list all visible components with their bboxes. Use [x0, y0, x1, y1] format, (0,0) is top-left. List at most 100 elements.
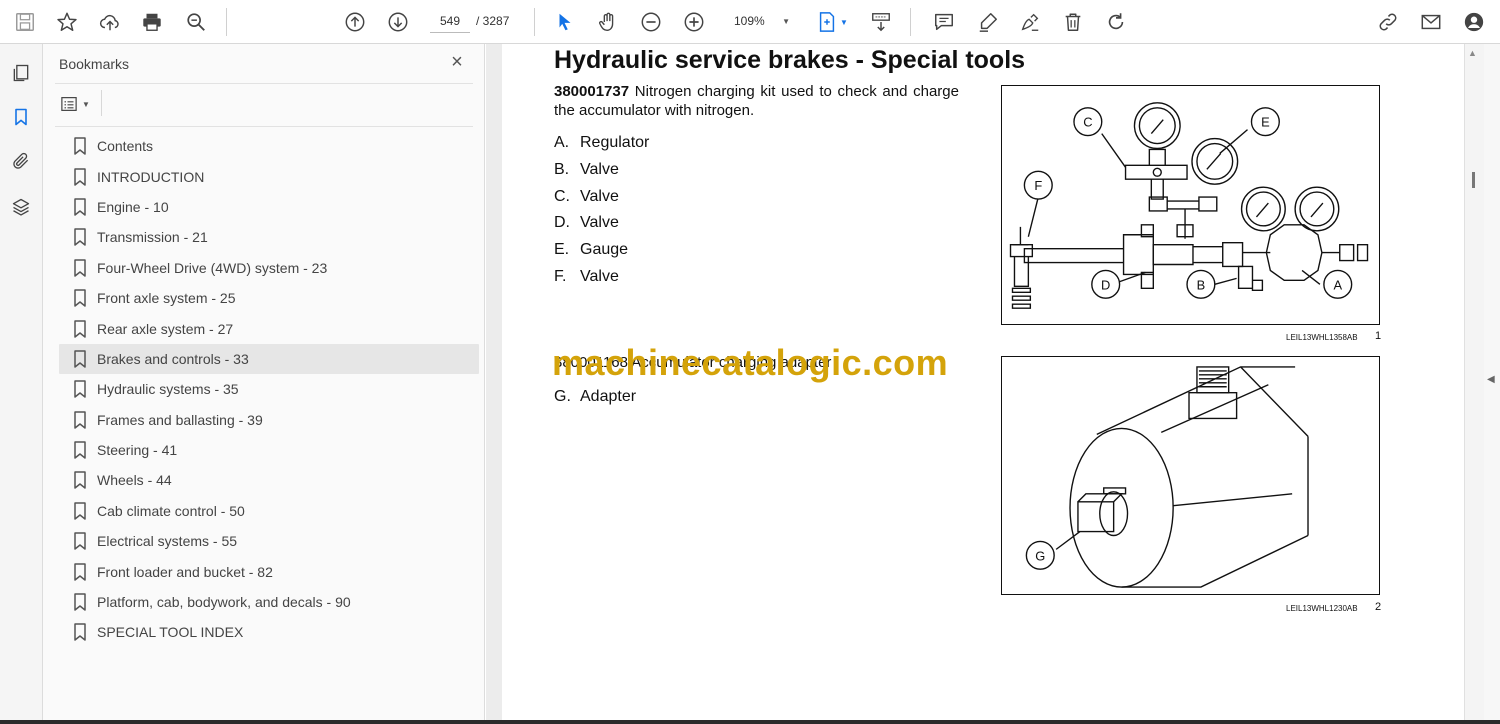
print-icon[interactable] [137, 7, 167, 37]
bookmark-icon [74, 441, 86, 459]
callout-c: C [1083, 115, 1092, 130]
figure-nitrogen-kit: C E F D B A [1001, 85, 1380, 325]
page-total: / 3287 [476, 14, 510, 28]
rotate-icon[interactable] [1101, 7, 1131, 37]
bottom-edge [0, 720, 1500, 724]
top-toolbar: / 3287 109% ▼ ▼ [0, 0, 1500, 44]
bookmark-item[interactable]: Transmission - 21 [59, 222, 479, 252]
bookmark-item[interactable]: Engine - 10 [59, 192, 479, 222]
scroll-up-icon[interactable]: ▲ [1468, 48, 1477, 58]
bookmarks-panel: Bookmarks × ▼ Contents INTRODUCTION Engi… [43, 44, 485, 720]
bookmark-item[interactable]: Wheels - 44 [59, 465, 479, 495]
bookmark-item[interactable]: SPECIAL TOOL INDEX [59, 617, 479, 647]
zoom-out-icon[interactable] [636, 7, 666, 37]
bookmark-label: Engine - 10 [97, 198, 169, 215]
part-name: Gauge [580, 241, 629, 259]
bookmark-label: Rear axle system - 27 [97, 320, 234, 337]
bookmark-icon [74, 350, 86, 368]
callout-b: B [1197, 277, 1206, 292]
bookmark-item[interactable]: Platform, cab, bodywork, and decals - 90 [59, 587, 479, 617]
bookmark-icon [74, 593, 86, 611]
sign-icon[interactable] [1015, 7, 1045, 37]
bookmark-options-button[interactable]: ▼ [59, 94, 93, 114]
bookmark-icon [74, 319, 86, 338]
highlight-icon[interactable] [973, 7, 1003, 37]
bookmark-label: Platform, cab, bodywork, and decals - 90 [97, 594, 351, 611]
bookmark-item[interactable]: Cab climate control - 50 [59, 496, 479, 526]
link-icon[interactable] [1373, 7, 1403, 37]
save-icon[interactable] [10, 7, 40, 37]
bookmark-icon [74, 228, 86, 247]
figure-number: 1 [1375, 330, 1382, 342]
bookmark-item-selected[interactable]: Brakes and controls - 33 [59, 343, 479, 375]
bookmark-label: SPECIAL TOOL INDEX [97, 624, 244, 641]
options-list-icon [61, 97, 77, 111]
toolbar-separator [910, 8, 911, 36]
scrollbar-thumb[interactable] [1472, 172, 1475, 188]
bookmark-icon [74, 562, 86, 581]
bookmark-label: Transmission - 21 [97, 229, 208, 246]
divider [101, 90, 102, 116]
nitrogen-kit-illustration: C E F D B A [1009, 102, 1369, 309]
zoom-value: 109% [734, 14, 765, 28]
account-icon[interactable] [1459, 7, 1489, 37]
cloud-upload-icon[interactable] [95, 7, 125, 37]
bookmark-label: INTRODUCTION [97, 168, 205, 185]
part-letter: F. [554, 267, 567, 285]
bookmark-icon [74, 623, 86, 642]
bookmark-item[interactable]: Hydraulic systems - 35 [59, 374, 479, 404]
delete-icon[interactable] [1058, 7, 1088, 37]
bookmark-list: Contents INTRODUCTION Engine - 10 Transm… [59, 131, 479, 648]
bookmark-item[interactable]: Steering - 41 [59, 435, 479, 465]
bookmark-item[interactable]: Four-Wheel Drive (4WD) system - 23 [59, 253, 479, 283]
part-letter: C. [554, 187, 570, 205]
bookmark-item[interactable]: INTRODUCTION [59, 161, 479, 191]
zoom-in-icon[interactable] [679, 7, 709, 37]
bookmark-item[interactable]: Contents [59, 131, 479, 161]
select-cursor-icon[interactable] [550, 7, 580, 37]
part-name: Valve [580, 160, 619, 178]
expand-right-panel-icon[interactable]: ◀ [1487, 374, 1495, 385]
bookmark-item[interactable]: Front loader and bucket - 82 [59, 556, 479, 586]
part-item: D. Valve [554, 214, 649, 241]
hand-tool-icon[interactable] [593, 7, 623, 37]
chevron-down-icon[interactable]: ▼ [840, 18, 848, 27]
callout-e: E [1261, 115, 1270, 130]
bookmark-icon [74, 137, 86, 155]
part-item: F. Valve [554, 268, 649, 295]
page-up-icon[interactable] [340, 7, 370, 37]
part-letter: G. [554, 388, 571, 405]
attachment-icon[interactable] [8, 148, 34, 174]
bookmark-label: Front loader and bucket - 82 [97, 563, 273, 580]
part-item: G. Adapter [554, 388, 636, 406]
pages-icon[interactable] [8, 60, 34, 86]
vertical-scrollbar[interactable] [1464, 44, 1484, 720]
pdf-page: Hydraulic service brakes - Special tools… [502, 44, 1464, 720]
bookmark-label: Electrical systems - 55 [97, 533, 238, 550]
part-item: A. Regulator [554, 134, 649, 161]
page-number-input[interactable] [430, 9, 470, 33]
chevron-down-icon: ▼ [82, 99, 90, 109]
comment-icon[interactable] [929, 7, 959, 37]
part-letter: E. [554, 241, 570, 259]
bookmark-item[interactable]: Frames and ballasting - 39 [59, 405, 479, 435]
close-icon[interactable]: × [447, 52, 467, 72]
zoom-search-icon[interactable] [181, 7, 211, 37]
zoom-select[interactable]: 109% ▼ [724, 9, 794, 33]
bookmark-item[interactable]: Electrical systems - 55 [59, 526, 479, 556]
bookmark-icon[interactable] [8, 104, 34, 130]
star-icon[interactable] [52, 7, 82, 37]
callout-g: G [1035, 548, 1045, 563]
bookmark-icon [74, 198, 86, 216]
bookmark-item[interactable]: Rear axle system - 27 [59, 313, 479, 343]
page-down-icon[interactable] [383, 7, 413, 37]
scroll-mode-icon[interactable] [866, 7, 896, 37]
mail-icon[interactable] [1416, 7, 1446, 37]
bookmark-label: Hydraulic systems - 35 [97, 381, 239, 398]
chevron-down-icon: ▼ [782, 16, 790, 26]
tool-number: 380001737 [554, 83, 630, 100]
callout-d: D [1101, 277, 1110, 292]
layers-icon[interactable] [8, 194, 34, 220]
fit-page-icon[interactable] [812, 7, 842, 37]
bookmark-item[interactable]: Front axle system - 25 [59, 283, 479, 313]
